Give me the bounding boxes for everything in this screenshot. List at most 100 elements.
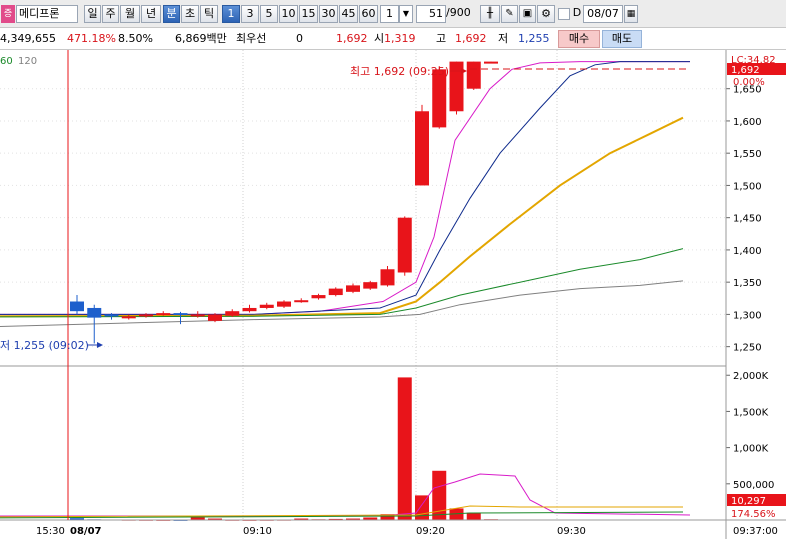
- interval-10-button[interactable]: 10: [279, 5, 298, 23]
- period-second-button[interactable]: 초: [181, 5, 199, 23]
- candle-body: [346, 285, 360, 292]
- candle-body: [242, 307, 257, 312]
- high-label: 고: [436, 32, 447, 45]
- candle-body: [190, 314, 205, 317]
- candle-body: [397, 217, 412, 273]
- price-tick-label: 1,250: [733, 343, 762, 354]
- volume-tick-label: 2,000K: [733, 371, 769, 382]
- ma120-legend: 120: [18, 56, 37, 67]
- period-year-button[interactable]: 년: [141, 5, 161, 23]
- price-tick-label: 1,450: [733, 214, 762, 225]
- price-tick-label: 1,600: [733, 117, 762, 128]
- candle-body: [294, 300, 309, 303]
- interval-60-button[interactable]: 60: [359, 5, 378, 23]
- priority-label: 최우선: [236, 32, 267, 45]
- candle-body: [104, 314, 119, 317]
- candle-body: [225, 311, 240, 316]
- save-icon[interactable]: ▣: [519, 5, 536, 23]
- price-tick-label: 1,500: [733, 181, 762, 192]
- candle-body: [363, 282, 378, 289]
- candle-body: [277, 301, 291, 307]
- current-volume-marker-text: 10,297: [731, 496, 766, 507]
- candle-body: [156, 313, 171, 316]
- period-week-button[interactable]: 주: [102, 5, 119, 23]
- candle-body: [173, 313, 188, 316]
- ma60-legend: 60: [0, 56, 13, 67]
- time-label-0910: 09:10: [243, 526, 272, 537]
- change-percent-label: 0.00%: [733, 77, 765, 88]
- candle-body: [208, 314, 222, 321]
- volume-bar: [466, 512, 481, 520]
- volume-bar: [397, 377, 412, 520]
- multiplier-field[interactable]: 1: [380, 5, 399, 23]
- time-label-0920: 09:20: [416, 526, 445, 537]
- candle-body: [311, 295, 326, 299]
- d-checkbox-label: D: [572, 6, 582, 19]
- interval-45-button[interactable]: 45: [339, 5, 358, 23]
- candle-body: [432, 69, 447, 128]
- low-value: 1,255: [518, 32, 550, 45]
- candle-body: [259, 304, 274, 308]
- settings-gear-icon[interactable]: ⚙: [537, 5, 555, 23]
- candle-body: [484, 61, 498, 64]
- open-value: 1,319: [384, 32, 416, 45]
- price-volume-chart[interactable]: 1,6501,6001,5501,5001,4501,4001,3501,300…: [0, 50, 786, 539]
- period-month-button[interactable]: 월: [120, 5, 140, 23]
- candle-body: [121, 316, 136, 319]
- time-label-prev-close: 15:30: [36, 526, 65, 537]
- volume-tick-label: 1,500K: [733, 407, 769, 418]
- amount-value: 6,869백만: [175, 32, 227, 45]
- current-price-marker-text: 1,692: [731, 65, 760, 76]
- low-label: 저: [498, 32, 509, 45]
- multiplier-dropdown-icon[interactable]: ▼: [399, 5, 413, 23]
- candle-body: [139, 314, 153, 317]
- candle-body: [328, 288, 343, 296]
- candle-body: [415, 111, 429, 186]
- interval-5-button[interactable]: 5: [260, 5, 278, 23]
- time-label-date: 08/07: [70, 526, 102, 537]
- period-minute-button[interactable]: 분: [163, 5, 180, 23]
- interval-3-button[interactable]: 3: [241, 5, 259, 23]
- quote-info-bar: 4,349,655 471.18% 8.50% 6,869백만 최우선 0 1,…: [0, 28, 786, 50]
- market-tag: 증: [1, 5, 15, 23]
- volume-bar: [432, 470, 447, 520]
- interval-30-button[interactable]: 30: [319, 5, 338, 23]
- calendar-icon[interactable]: ▦: [624, 5, 638, 23]
- volume-tick-label: 500,000: [733, 480, 774, 491]
- sell-button[interactable]: 매도: [602, 30, 642, 48]
- period-day-button[interactable]: 일: [84, 5, 101, 23]
- count-total: /900: [446, 6, 471, 19]
- count-field[interactable]: 51: [416, 5, 446, 23]
- date-field[interactable]: 08/07: [583, 5, 623, 23]
- candle-body: [70, 301, 84, 312]
- price-tick-label: 1,400: [733, 246, 762, 257]
- interval-1-button[interactable]: 1: [222, 5, 240, 23]
- time-label-0930: 09:30: [557, 526, 586, 537]
- price-tick-label: 1,550: [733, 149, 762, 160]
- candle-body: [87, 307, 102, 318]
- price-tick-label: 1,350: [733, 278, 762, 289]
- candle-body: [466, 61, 481, 89]
- low-annotation: 저 1,255 (09:02): [0, 339, 89, 352]
- draw-tool-icon[interactable]: ✎: [501, 5, 518, 23]
- interval-15-button[interactable]: 15: [299, 5, 318, 23]
- high-annotation: 최고 1,692 (09:25): [350, 65, 449, 78]
- buy-button[interactable]: 매수: [558, 30, 600, 48]
- turnover-value: 8.50%: [118, 32, 153, 45]
- current-price-value: 1,692: [336, 32, 368, 45]
- priority-value: 0: [296, 32, 303, 45]
- candle-type-icon[interactable]: ╫: [480, 5, 500, 23]
- volume-percent-label: 174.56%: [731, 509, 776, 520]
- high-value: 1,692: [455, 32, 487, 45]
- open-label: 시: [374, 32, 385, 45]
- period-tick-button[interactable]: 틱: [200, 5, 218, 23]
- volume-value: 4,349,655: [0, 32, 56, 45]
- stock-name-field[interactable]: 메디프론: [16, 5, 78, 23]
- candle-body: [380, 269, 395, 286]
- volume-tick-label: 1,000K: [733, 444, 769, 455]
- time-axis-clock: 09:37:00: [733, 526, 778, 537]
- volume-rate-value: 471.18%: [67, 32, 116, 45]
- chart-toolbar: 증 메디프론 일 주 월 년 분 초 틱 1 3 5 10 15 30 45 6…: [0, 0, 786, 28]
- d-checkbox[interactable]: [558, 8, 570, 20]
- price-tick-label: 1,300: [733, 310, 762, 321]
